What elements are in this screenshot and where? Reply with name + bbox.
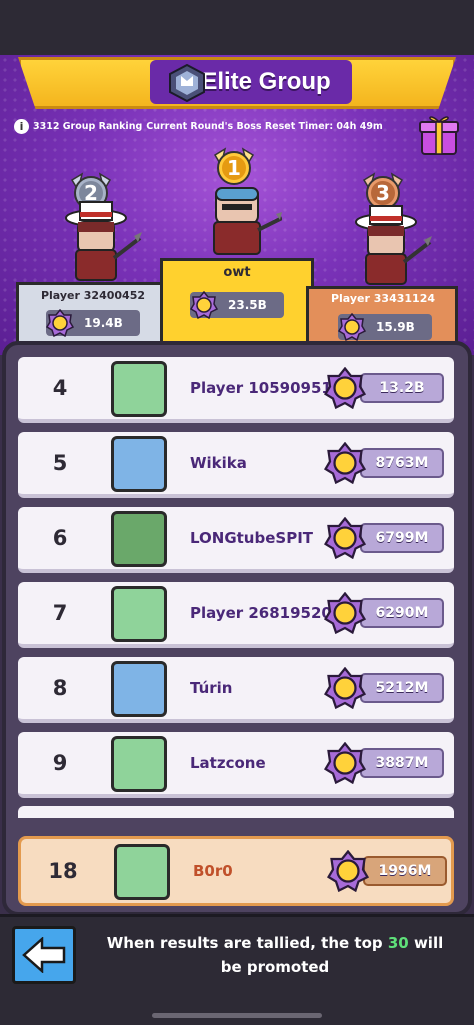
boss-coin-icon [327,850,369,892]
promotion-text-start: When results are tallied, the top [106,934,388,952]
gift-icon[interactable] [418,112,460,156]
rank-1-name: owt [223,265,251,280]
boss-coin-icon [190,291,218,319]
row-player-name: Player 10590951 [190,379,332,397]
row-score: 6799M [360,523,444,553]
boss-coin-icon [324,742,366,784]
row-rank: 4 [52,376,68,400]
page-title: Elite Group [201,68,331,95]
list-item[interactable]: 9 Latzcone 3887M [18,732,454,798]
rank-2-name: Player 32400452 [40,289,146,302]
list-item[interactable]: 8 Túrin 5212M [18,657,454,723]
list-item[interactable]: 7 Player 26819520 6290M [18,582,454,648]
arrow-left-icon [22,937,66,973]
rank-2-character[interactable] [62,198,142,288]
row-rank: 9 [52,751,68,775]
shield-icon [169,64,205,102]
boss-coin-icon [46,309,74,337]
row-rank: 7 [52,601,68,625]
ninja-avatar-icon [111,586,167,642]
row-partial [18,806,454,818]
row-player-name: Túrin [190,679,233,697]
pirate-avatar-icon [111,661,167,717]
boss-coin-icon [324,592,366,634]
row-player-name: LONGtubeSPIT [190,529,314,547]
rank-1-character[interactable] [202,178,282,268]
rank-3-name: Player 33431124 [330,292,436,305]
pirate-green-avatar-icon [111,736,167,792]
list-item[interactable]: 6 LONGtubeSPIT 6799M [18,507,454,573]
back-button[interactable] [12,926,76,984]
group-ranking: 3312 Group Ranking [33,121,143,132]
row-rank: 8 [52,676,68,700]
row-score: 6290M [360,598,444,628]
my-player-name: B0r0 [193,862,233,880]
rank-3-character[interactable] [352,202,432,292]
promotion-note: When results are tallied, the top 30 wil… [95,931,455,979]
boss-coin-icon [324,367,366,409]
boss-coin-icon [324,442,366,484]
row-rank: 6 [52,526,68,550]
home-indicator [152,1013,322,1018]
info-icon[interactable]: i [14,119,29,134]
my-rank-row[interactable]: 18 B0r0 1996M [18,836,454,906]
row-player-name: Wikika [190,454,247,472]
row-player-name: Player 26819520 [190,604,332,622]
row-player-name: Latzcone [190,754,266,772]
cat-avatar-icon [111,361,167,417]
row-rank: 5 [52,451,68,475]
boss-reset-timer: Current Round's Boss Reset Timer: 04h 49… [146,121,383,132]
boss-coin-icon [324,667,366,709]
list-item[interactable]: 5 Wikika 8763M [18,432,454,498]
boss-coin-icon [324,517,366,559]
fish-wizard-avatar-icon [111,436,167,492]
promotion-count: 30 [387,934,409,952]
row-score: 13.2B [360,373,444,403]
bottom-bar: When results are tallied, the top 30 wil… [0,914,474,1025]
row-score: 3887M [360,748,444,778]
boss-coin-icon [338,313,366,341]
list-item[interactable]: 4 Player 10590951 13.2B [18,357,454,423]
ranking-info[interactable]: i 3312 Group Ranking Current Round's Bos… [14,119,383,134]
row-score: 5212M [360,673,444,703]
row-score: 8763M [360,448,444,478]
monster-avatar-icon [111,511,167,567]
cat-avatar-icon [114,844,170,900]
my-rank: 18 [48,859,78,883]
status-area [0,0,474,55]
my-score: 1996M [363,856,447,886]
